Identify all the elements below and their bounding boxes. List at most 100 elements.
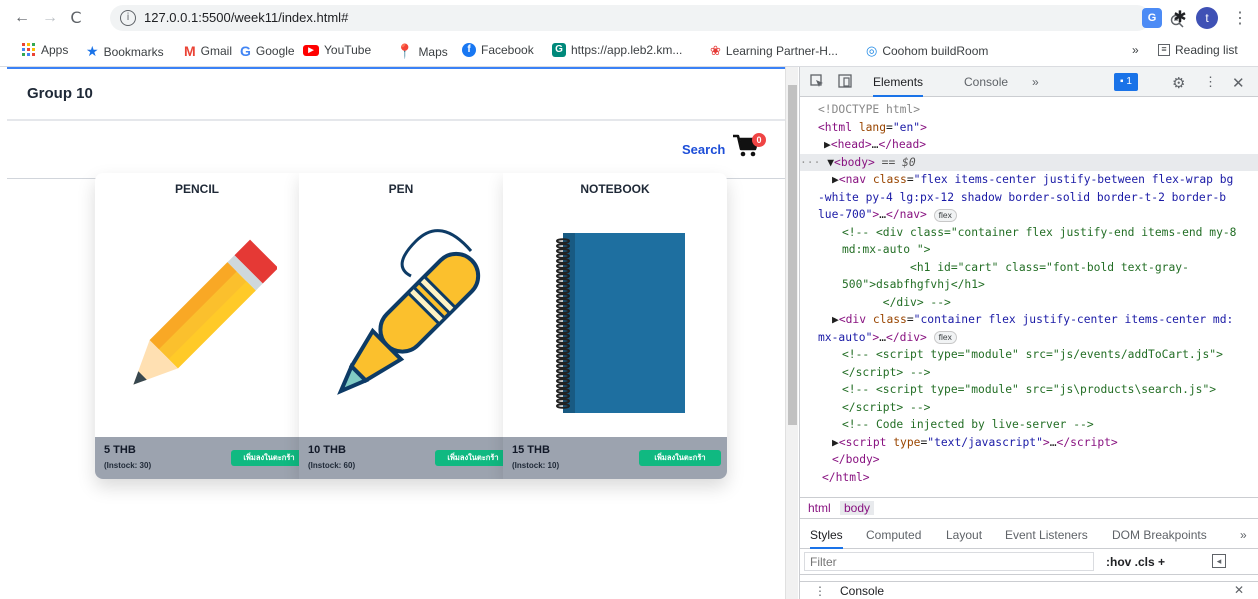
bookmark-youtube[interactable]: ▶ YouTube — [303, 43, 371, 57]
bookmark-apps[interactable]: Apps — [22, 43, 68, 57]
dom-node[interactable]: <!DOCTYPE html> — [800, 101, 1258, 119]
bookmark-label: Google — [255, 44, 295, 58]
bookmark-label: YouTube — [324, 43, 372, 57]
product-name: PEN — [388, 182, 414, 196]
profile-avatar[interactable]: t — [1196, 7, 1218, 29]
dom-node[interactable]: </html> — [800, 469, 1258, 487]
product-grid: PENCIL 5 THB (Instock: 30) เพิ่มลงในตะกร… — [95, 173, 727, 479]
inspect-element-icon[interactable] — [810, 74, 824, 91]
info-icon[interactable]: i — [120, 10, 136, 26]
tab-layout[interactable]: Layout — [946, 528, 982, 542]
styles-tabs-overflow[interactable]: » — [1240, 528, 1247, 542]
bookmark-label: Learning Partner-H... — [725, 44, 838, 58]
maps-icon: 📍 — [396, 43, 414, 59]
dom-node-cont: mx-auto">…</div> flex — [800, 329, 1258, 347]
tab-event-listeners[interactable]: Event Listeners — [1005, 528, 1088, 542]
device-toolbar-icon[interactable] — [838, 74, 852, 91]
facebook-icon: f — [462, 43, 476, 57]
dom-node[interactable]: ▶<script type="text/javascript">…</scrip… — [800, 434, 1258, 452]
forward-icon[interactable]: → — [40, 8, 60, 28]
product-price: 10 THB — [308, 444, 346, 456]
scrollbar-thumb[interactable] — [788, 85, 797, 425]
close-drawer-icon[interactable]: ✕ — [1234, 583, 1244, 597]
bookmark-coohom[interactable]: ◎ Coohom buildRoom — [866, 43, 988, 59]
tab-styles[interactable]: Styles — [810, 528, 843, 549]
dom-node[interactable]: ▶<div class="container flex justify-cent… — [800, 311, 1258, 329]
issues-count: 1 — [1126, 76, 1132, 87]
pencil-icon — [117, 221, 279, 421]
browser-menu-icon[interactable]: ⋮ — [1232, 8, 1248, 28]
tabs-overflow-button[interactable]: » — [1032, 75, 1039, 89]
url-text[interactable]: 127.0.0.1:5500/week11/index.html# — [144, 10, 348, 25]
add-to-cart-button[interactable]: เพิ่มลงในตะกร้า — [639, 450, 721, 466]
page-viewport: Group 10 Search 0 PENCIL 5 THB (Instock:… — [0, 67, 785, 599]
dom-comment[interactable]: <!-- <div class="container flex justify-… — [800, 224, 1258, 242]
bookmark-maps[interactable]: 📍 Maps — [396, 43, 448, 60]
bookmark-label: Gmail — [200, 44, 233, 58]
drawer-menu-icon[interactable]: ⋮ — [814, 584, 826, 598]
address-bar[interactable]: i 127.0.0.1:5500/week11/index.html# ☆ — [110, 5, 1212, 31]
search-link[interactable]: Search — [682, 142, 725, 157]
reload-icon[interactable]: C — [66, 8, 86, 28]
tab-elements[interactable]: Elements — [873, 75, 924, 97]
devtools-menu-icon[interactable]: ⋮ — [1204, 74, 1217, 90]
bookmark-label: Coohom buildRoom — [882, 44, 989, 58]
tab-computed[interactable]: Computed — [866, 528, 921, 542]
bookmark-label: Apps — [41, 43, 69, 57]
bookmark-label: Bookmarks — [103, 44, 164, 59]
dom-node-selected[interactable]: ··· ▼<body> == $0 — [800, 153, 1258, 171]
page-scrollbar[interactable] — [785, 67, 798, 599]
styles-filter-input[interactable]: Filter — [804, 552, 1094, 571]
bookmark-google[interactable]: G Google — [240, 43, 295, 59]
product-stock: (Instock: 30) — [104, 461, 152, 470]
top-nav: Group 10 — [7, 67, 785, 121]
tab-console[interactable]: Console — [964, 75, 1008, 89]
dom-node[interactable]: ▶<nav class="flex items-center justify-b… — [800, 171, 1258, 189]
dom-node[interactable]: </body> — [800, 451, 1258, 469]
product-price: 5 THB — [104, 444, 136, 456]
product-card-pen: PEN 10 THB (Instock: 60) เพิ่มลงในตะกร้า — [299, 173, 511, 479]
dom-comment[interactable]: <!-- <script type="module" src="js\produ… — [800, 381, 1258, 399]
dom-node[interactable]: <html lang="en"> — [800, 119, 1258, 137]
bookmark-gmail[interactable]: M Gmail — [184, 43, 232, 59]
product-footer: 15 THB (Instock: 10) เพิ่มลงในตะกร้า — [503, 437, 727, 479]
issues-badge[interactable]: ▪ 1 — [1114, 73, 1138, 91]
dom-comment[interactable]: <!-- <script type="module" src="js/event… — [800, 346, 1258, 364]
tab-dom-breakpoints[interactable]: DOM Breakpoints — [1112, 528, 1207, 542]
drawer-console-tab[interactable]: Console — [840, 584, 884, 598]
bookmark-label: Maps — [418, 44, 448, 59]
bookmark-leb2[interactable]: G https://app.leb2.km... — [552, 43, 682, 57]
breadcrumb-html[interactable]: html — [808, 501, 831, 515]
style-tools[interactable]: :hov .cls + — [1106, 555, 1165, 569]
search-bar: Search 0 — [7, 123, 785, 179]
bookmark-facebook[interactable]: f Facebook — [462, 43, 534, 57]
product-card-pencil: PENCIL 5 THB (Instock: 30) เพิ่มลงในตะกร… — [95, 173, 307, 479]
star-icon: ★ — [86, 43, 99, 59]
toolbar: ← → C i 127.0.0.1:5500/week11/index.html… — [0, 0, 1258, 36]
add-to-cart-button[interactable]: เพิ่มลงในตะกร้า — [231, 450, 307, 466]
gmail-icon: M — [184, 43, 196, 59]
extensions-puzzle-icon[interactable]: ✱ — [1170, 8, 1190, 28]
settings-gear-icon[interactable]: ⚙ — [1172, 74, 1185, 92]
bookmark-learning-partner[interactable]: ❀ Learning Partner-H... — [710, 43, 838, 59]
dom-comment-cont: </div> --> — [842, 295, 951, 309]
dom-comment[interactable]: <!-- Code injected by live-server --> — [800, 416, 1258, 434]
cart-count-badge: 0 — [752, 133, 766, 147]
back-icon[interactable]: ← — [12, 8, 32, 28]
bookmarks-overflow-button[interactable]: » — [1132, 43, 1139, 57]
close-icon[interactable]: ✕ — [1232, 74, 1245, 92]
filter-placeholder: Filter — [810, 555, 837, 569]
bookmark-bookmarks[interactable]: ★ Bookmarks — [86, 43, 164, 60]
add-to-cart-button[interactable]: เพิ่มลงในตะกร้า — [435, 450, 511, 466]
breadcrumb-body[interactable]: body — [840, 501, 875, 515]
dom-node[interactable]: ▶<head>…</head> — [800, 136, 1258, 154]
translate-extension-icon[interactable]: G — [1142, 8, 1162, 28]
product-card-notebook: NOTEBOOK 15 THB (Instock: 10) เพิ่มลงในต… — [503, 173, 727, 479]
brand-title[interactable]: Group 10 — [27, 85, 93, 102]
toggle-sidebar-icon[interactable]: ◂ — [1212, 554, 1226, 568]
dom-comment-cont: 500">dsabfhgfvhj</h1> — [842, 278, 985, 291]
styles-filter-row: Filter :hov .cls + ◂ — [800, 549, 1258, 575]
console-drawer[interactable]: ⋮ Console ✕ — [800, 581, 1258, 599]
reading-list-button[interactable]: ≡ Reading list — [1158, 43, 1238, 57]
dom-tree[interactable]: <!DOCTYPE html> <html lang="en"> ▶<head>… — [800, 97, 1258, 497]
